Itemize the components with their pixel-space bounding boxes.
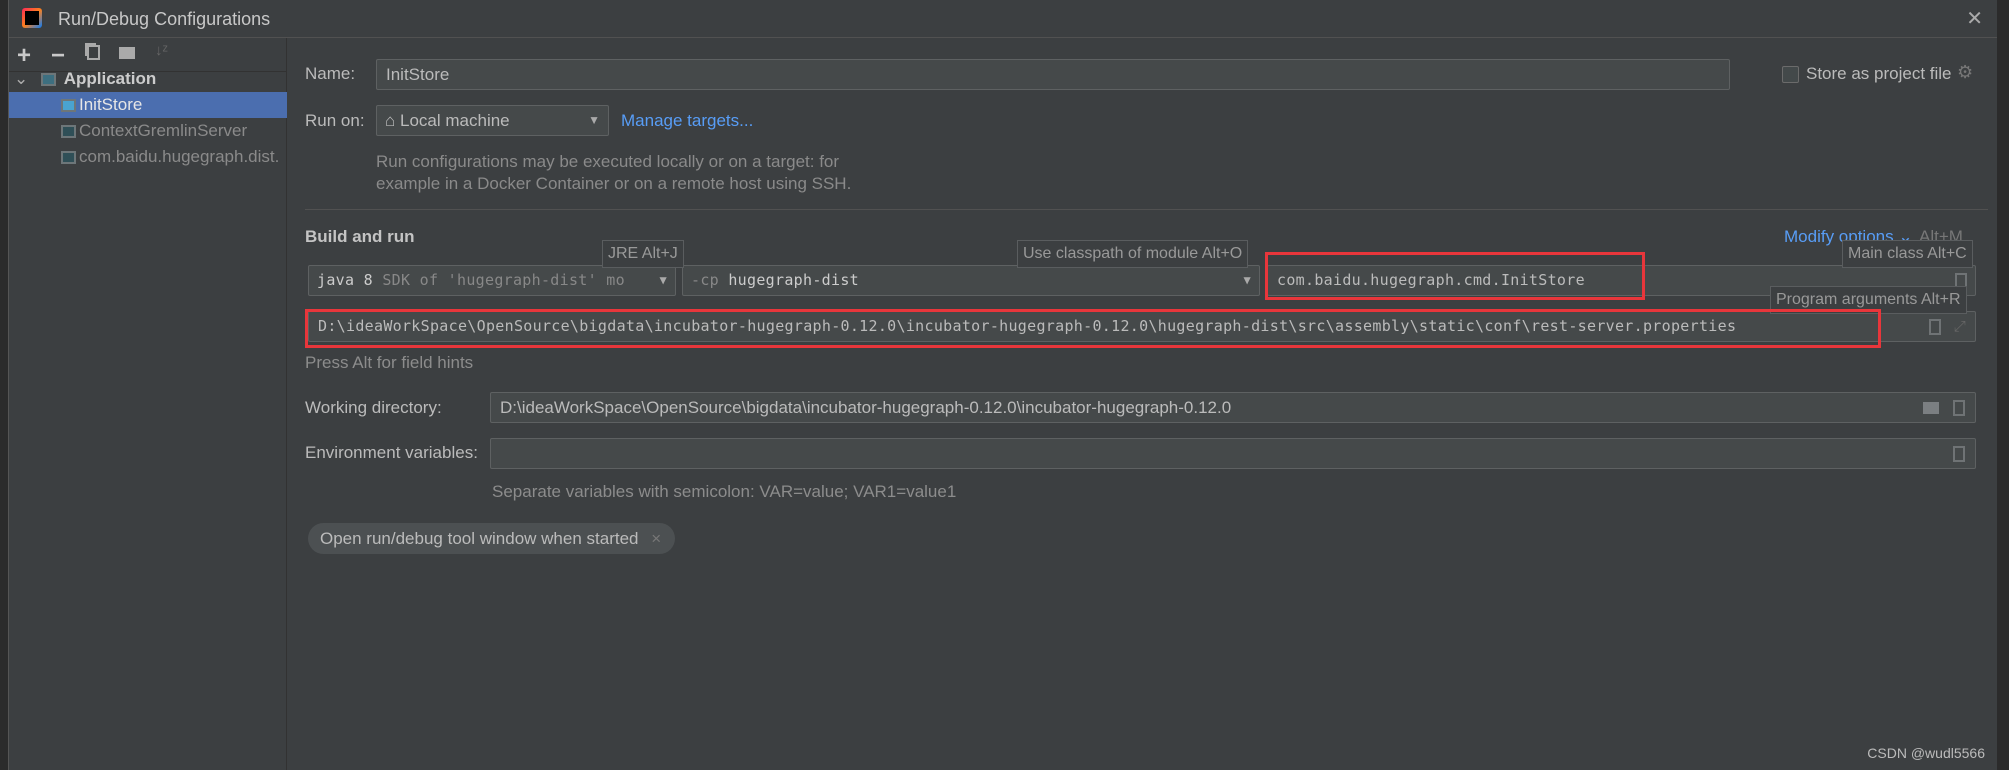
tree-item-hugegraph-dist[interactable]: com.baidu.hugegraph.dist. (9, 144, 287, 170)
dropdown-arrow-icon: ▼ (588, 113, 600, 127)
config-tree-panel: + − ↓ᶻ ⌄ Application InitStore ContextGr… (9, 38, 287, 770)
intellij-logo-icon (22, 8, 42, 28)
environment-variables-label: Environment variables: (305, 443, 478, 462)
store-as-project-label: Store as project file (1806, 64, 1952, 83)
folder-icon[interactable] (1923, 402, 1939, 414)
application-icon (40, 73, 56, 86)
tree-item-label: com.baidu.hugegraph.dist. (79, 147, 280, 166)
close-icon[interactable]: ✕ (1966, 6, 1983, 31)
title-bar: Run/Debug Configurations ✕ (9, 0, 1997, 38)
watermark: CSDN @wudl5566 (1867, 745, 1985, 761)
jre-dropdown[interactable]: java 8 SDK of 'hugegraph-dist' mo ▼ (308, 265, 676, 296)
macro-icon[interactable] (1953, 400, 1965, 416)
jre-sdk: SDK of 'hugegraph-dist' mo (382, 271, 625, 289)
working-directory-label: Working directory: (305, 398, 442, 417)
classpath-tooltip-text: Use classpath of module Alt+O (1023, 245, 1243, 262)
tree-item-label: ContextGremlinServer (79, 121, 248, 140)
build-and-run-heading: Build and run (305, 227, 415, 246)
chip-label: Open run/debug tool window when started (320, 529, 639, 548)
run-on-description-2: example in a Docker Container or on a re… (376, 174, 852, 193)
classpath-dropdown[interactable]: -cp hugegraph-dist ▼ (682, 265, 1260, 296)
tree-item-initstore[interactable]: InitStore (9, 92, 287, 118)
home-icon: ⌂ (385, 111, 396, 130)
classpath-tooltip: Use classpath of module Alt+O (1017, 240, 1249, 268)
edit-env-icon[interactable] (1953, 446, 1965, 462)
tree-group-label: Application (63, 69, 157, 88)
working-directory-value: D:\ideaWorkSpace\OpenSource\bigdata\incu… (500, 398, 1232, 417)
new-folder-icon[interactable] (119, 47, 135, 59)
tree-item-contextgremlinserver[interactable]: ContextGremlinServer (9, 118, 287, 144)
cp-flag: -cp (691, 271, 719, 289)
highlight-main-class (1265, 252, 1645, 300)
dropdown-arrow-icon: ▼ (655, 266, 667, 295)
environment-variables-hint: Separate variables with semicolon: VAR=v… (492, 482, 957, 501)
field-hint: Press Alt for field hints (305, 353, 474, 372)
run-on-description-1: Run configurations may be executed local… (376, 152, 840, 171)
jre-version: java 8 (317, 271, 373, 289)
manage-targets-link[interactable]: Manage targets... (621, 111, 753, 131)
run-on-value: Local machine (400, 111, 510, 130)
expand-icon[interactable]: ⤢ (1954, 312, 1966, 341)
chip-close-icon[interactable]: × (651, 529, 661, 548)
jre-tooltip: JRE Alt+J (602, 240, 684, 268)
tree-item-label: InitStore (79, 95, 143, 114)
config-icon (61, 125, 76, 138)
tree-group-application[interactable]: ⌄ Application (9, 66, 287, 92)
run-debug-dialog: Run/Debug Configurations ✕ + − ↓ᶻ ⌄ Appl… (8, 0, 1997, 770)
divider (305, 209, 1988, 210)
run-on-dropdown[interactable]: ⌂ Local machine ▼ (376, 105, 609, 136)
config-icon (61, 99, 76, 112)
dropdown-arrow-icon: ▼ (1243, 273, 1251, 287)
cp-module: hugegraph-dist (728, 271, 859, 289)
highlight-program-arguments (305, 309, 1881, 348)
gear-icon[interactable]: ⚙ (1957, 62, 1973, 83)
store-as-project-checkbox[interactable] (1782, 66, 1799, 83)
config-icon (61, 151, 76, 164)
edit-icon[interactable] (1929, 319, 1941, 335)
run-on-label: Run on: (305, 111, 365, 130)
chevron-down-icon: ⌄ (14, 69, 29, 88)
sort-icon[interactable]: ↓ᶻ (155, 42, 168, 59)
main-class-tooltip: Main class Alt+C (1842, 240, 1973, 268)
name-label: Name: (305, 64, 356, 83)
working-directory-input[interactable]: D:\ideaWorkSpace\OpenSource\bigdata\incu… (490, 392, 1976, 423)
window-title: Run/Debug Configurations (58, 9, 271, 29)
jre-tooltip-text: JRE Alt+J (608, 245, 678, 262)
name-input[interactable]: InitStore (376, 59, 1730, 90)
main-class-tooltip-text: Main class Alt+C (1848, 245, 1967, 262)
environment-variables-input[interactable] (490, 438, 1976, 469)
program-arguments-tooltip-text: Program arguments Alt+R (1776, 291, 1961, 308)
open-tool-window-chip[interactable]: Open run/debug tool window when started … (308, 523, 676, 554)
copy-icon[interactable] (87, 45, 100, 60)
